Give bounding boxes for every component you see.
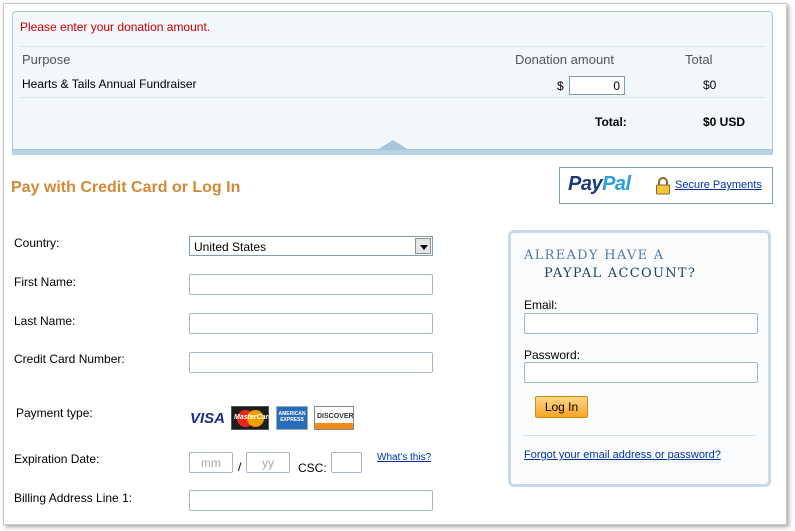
email-field[interactable] [524,313,758,334]
paypal-logo: PayPal [568,173,631,195]
card-number-input[interactable] [189,352,433,373]
paypal-login-panel: ALREADY HAVE A PAYPAL ACCOUNT? Email: Pa… [508,230,771,487]
total-value: $0 USD [703,115,746,129]
payment-page: Please enter your donation amount. Purpo… [3,3,787,525]
expiration-label: Expiration Date: [14,452,100,466]
total-header: Total [685,52,713,67]
divider [19,97,766,98]
secure-payments-link[interactable]: Secure Payments [675,179,762,191]
expiration-month-input[interactable] [189,452,233,473]
country-label: Country: [14,236,60,250]
row-total: $0 [703,78,717,92]
summary-bottom-bar [12,150,773,155]
login-heading-line1: ALREADY HAVE A [524,248,665,263]
amex-icon: AMERICAN EXPRESS [276,406,308,430]
billing-address-label: Billing Address Line 1: [14,491,133,505]
csc-label: CSC: [298,461,327,475]
total-label: Total: [595,115,627,129]
chevron-down-icon[interactable] [415,238,431,254]
email-label: Email: [524,298,558,312]
password-label: Password: [524,348,581,362]
expiration-year-input[interactable] [246,452,290,473]
first-name-label: First Name: [14,275,77,289]
donation-amount-header: Donation amount [515,52,615,67]
divider [523,435,756,436]
donation-amount-input[interactable] [569,76,625,95]
country-value: United States [194,240,267,254]
page-title: Pay with Credit Card or Log In [11,179,241,196]
error-message: Please enter your donation amount. [20,20,211,34]
country-select[interactable]: United States [189,236,433,256]
first-name-input[interactable] [189,274,433,295]
last-name-input[interactable] [189,313,433,334]
date-separator: / [238,460,242,474]
purpose-header: Purpose [22,52,71,67]
currency-symbol: $ [557,79,564,93]
collapse-arrow-icon[interactable] [377,140,409,150]
whats-this-link[interactable]: What's this? [377,452,431,463]
payment-type-label: Payment type: [16,406,93,420]
forgot-password-link[interactable]: Forgot your email address or password? [524,449,721,461]
csc-input[interactable] [331,452,362,473]
lock-icon [656,177,670,195]
last-name-label: Last Name: [14,314,76,328]
billing-address-input[interactable] [189,490,433,511]
donation-summary: Please enter your donation amount. Purpo… [12,11,773,150]
password-field[interactable] [524,362,758,383]
purpose-cell: Hearts & Tails Annual Fundraiser [22,77,197,91]
divider [19,46,766,47]
mastercard-icon: MasterCard [231,406,273,430]
login-heading-line2: PAYPAL ACCOUNT? [544,266,697,281]
discover-icon: DISCOVER [314,406,354,430]
card-number-label: Credit Card Number: [14,352,125,366]
visa-icon: VISA [190,410,226,427]
paypal-badge: PayPal Secure Payments [559,167,773,204]
login-button[interactable]: Log In [535,396,588,418]
